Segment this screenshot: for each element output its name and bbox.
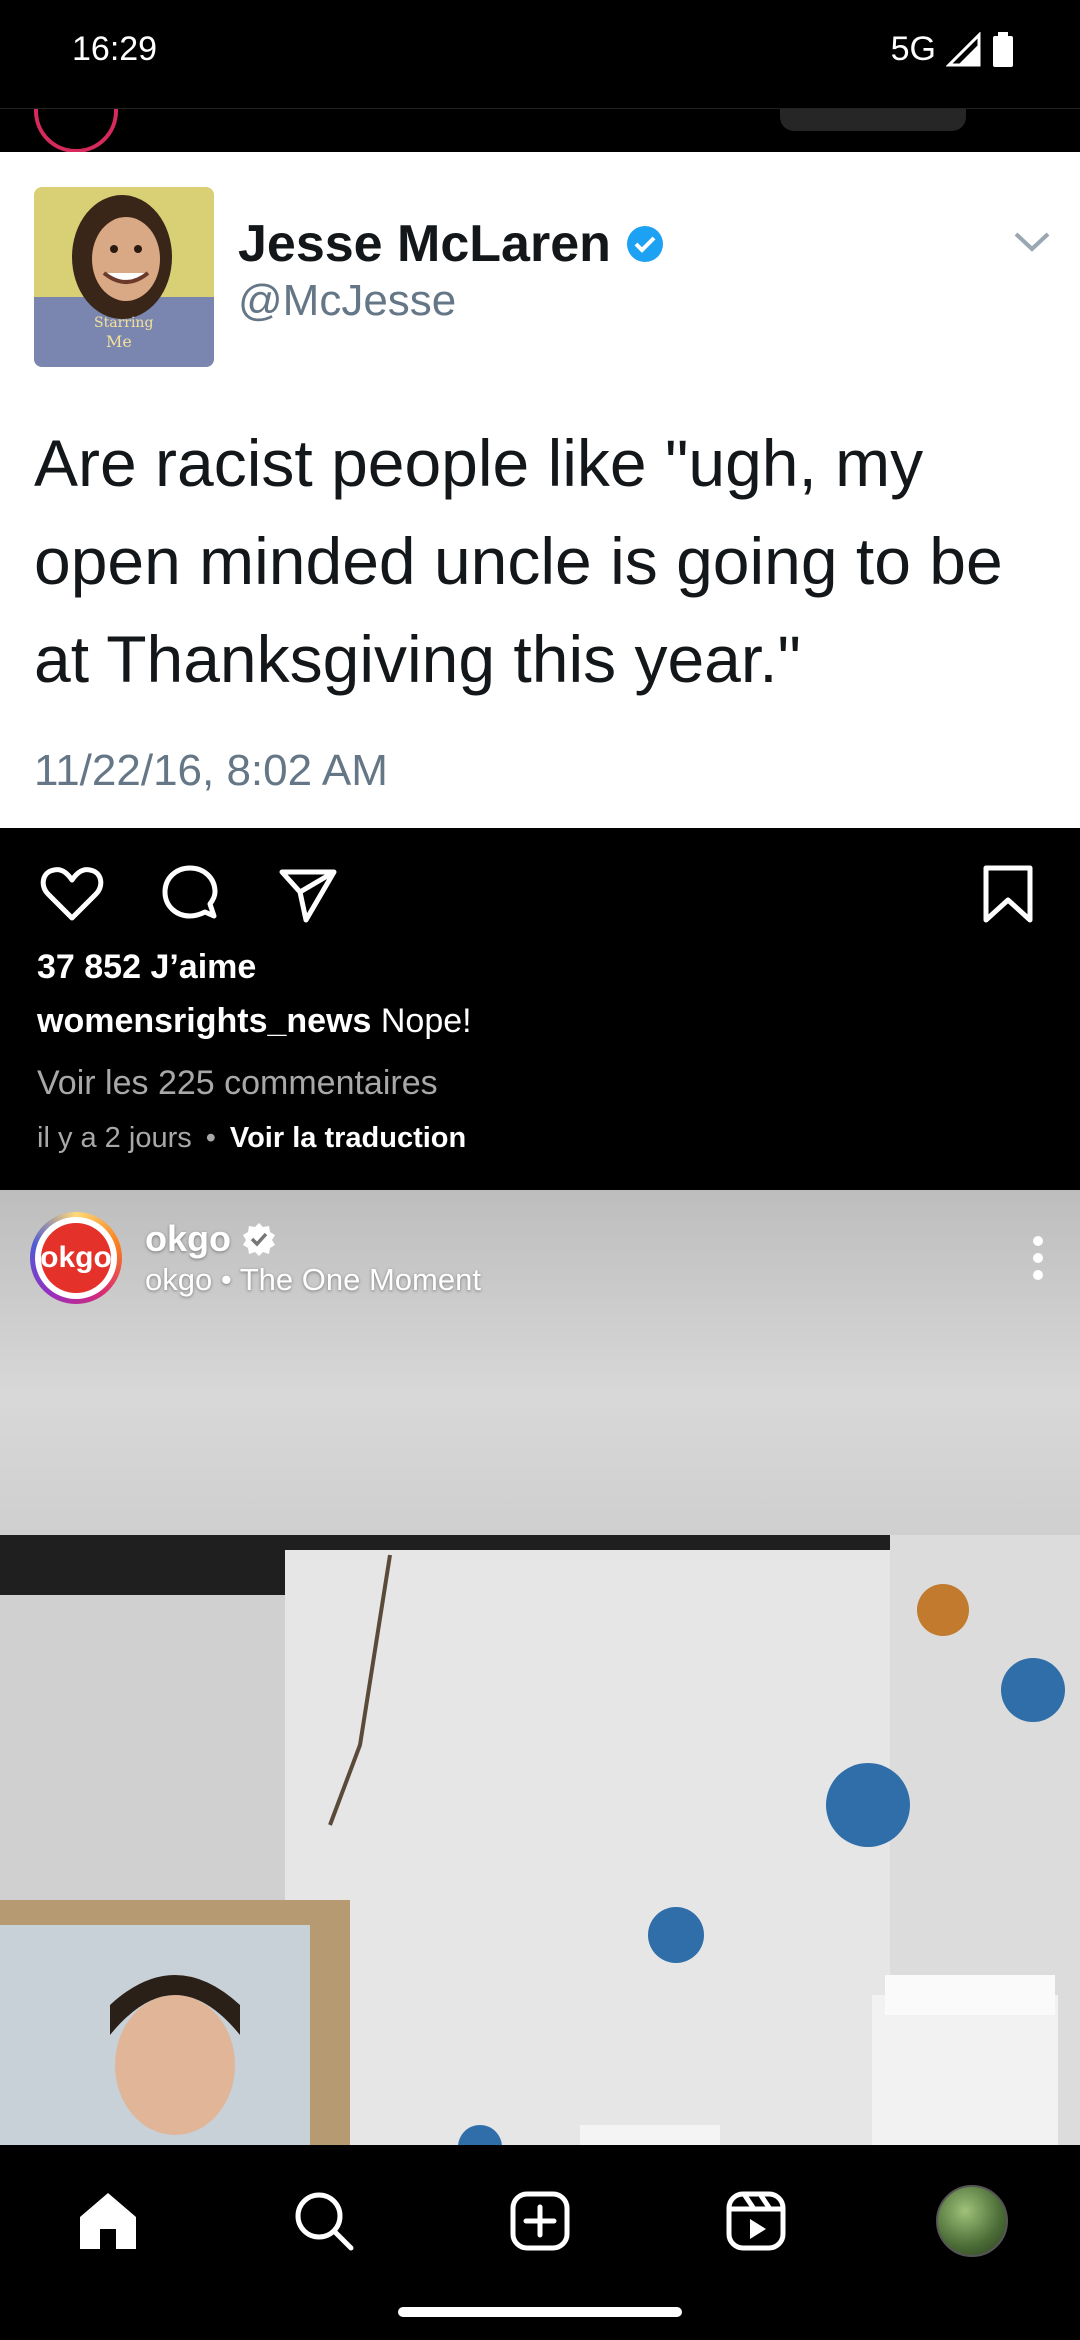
post-actions: [0, 828, 1080, 948]
profile-avatar: [936, 2185, 1008, 2257]
video-post-subtitle[interactable]: okgo • The One Moment: [145, 1262, 481, 1298]
likes-count[interactable]: 37 852 J’aime: [37, 948, 256, 987]
see-translation-link[interactable]: Voir la traduction: [230, 1122, 466, 1155]
avatar-caption-2: Me: [106, 332, 132, 351]
view-comments-link[interactable]: Voir les 225 commentaires: [37, 1064, 438, 1103]
status-bar: 16:29 5G: [0, 0, 1080, 108]
tweet-date: 11/22/16, 8:02 AM: [34, 746, 388, 795]
chevron-down-icon: [1014, 232, 1050, 252]
nav-search[interactable]: [288, 2185, 360, 2257]
send-icon[interactable]: [276, 862, 340, 926]
reels-icon: [726, 2191, 786, 2251]
nav-profile[interactable]: [936, 2185, 1008, 2257]
post-caption: womensrights_news Nope!: [37, 1002, 472, 1041]
post-time-ago: il y a 2 jours: [37, 1122, 192, 1154]
tweet-name-text: Jesse McLaren: [238, 215, 611, 273]
verified-badge-icon: [243, 1223, 275, 1256]
tweet-avatar: Starring Me: [34, 187, 214, 367]
video-post[interactable]: okgo okgo okgo • The One Moment: [0, 1190, 1080, 2145]
okgo-logo: okgo: [40, 1223, 112, 1293]
previous-post-avatar[interactable]: [34, 109, 118, 152]
post-image[interactable]: Starring Me Jesse McLaren @McJesse Are r…: [0, 152, 1080, 828]
meta-separator: •: [205, 1122, 216, 1154]
create-icon: [510, 2191, 570, 2251]
signal-icon: [946, 31, 981, 66]
caption-username[interactable]: womensrights_news: [37, 1002, 371, 1040]
nav-home[interactable]: [72, 2185, 144, 2257]
home-icon: [80, 2193, 136, 2249]
tweet-handle: @McJesse: [238, 276, 457, 325]
heart-icon[interactable]: [40, 862, 104, 926]
tweet-text: Are racist people like "ugh, my open min…: [34, 426, 1003, 696]
previous-post-remnant: [0, 108, 1080, 152]
status-indicators: 5G: [891, 30, 1014, 69]
video-post-header: okgo okgo okgo • The One Moment: [0, 1190, 1080, 1340]
video-frame: [0, 1535, 1080, 2145]
verified-badge-icon: [626, 226, 663, 262]
okgo-username-text[interactable]: okgo: [145, 1218, 231, 1260]
bottom-navigation: [0, 2145, 1080, 2340]
caption-text: Nope!: [380, 1002, 472, 1040]
home-indicator[interactable]: [398, 2307, 682, 2317]
tweet-author-name: Jesse McLaren: [238, 214, 665, 274]
more-vertical-icon[interactable]: [1032, 1236, 1044, 1280]
avatar-caption-1: Starring: [94, 315, 153, 331]
network-type: 5G: [890, 30, 936, 68]
okgo-avatar[interactable]: okgo: [30, 1212, 122, 1304]
previous-post-button[interactable]: [780, 109, 966, 131]
battery-icon: [993, 31, 1013, 67]
post-meta: il y a 2 jours • Voir la traduction: [37, 1122, 466, 1155]
search-icon: [295, 2192, 354, 2251]
bookmark-icon[interactable]: [976, 862, 1040, 926]
nav-create[interactable]: [504, 2185, 576, 2257]
video-post-username[interactable]: okgo: [145, 1218, 277, 1260]
nav-reels[interactable]: [720, 2185, 792, 2257]
comment-icon[interactable]: [158, 862, 222, 926]
status-time: 16:29: [72, 30, 158, 68]
